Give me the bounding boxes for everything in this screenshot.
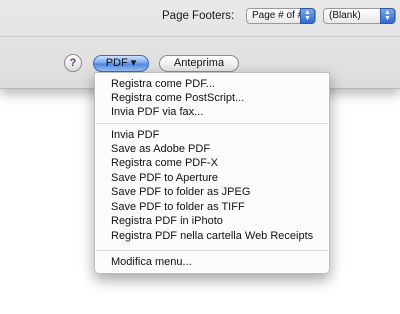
sheet-divider: [0, 36, 400, 37]
menu-item-save-to-iphoto[interactable]: Registra PDF in iPhoto: [111, 214, 223, 228]
blank-popup-value: (Blank): [329, 10, 361, 21]
page-footer-popup-value: Page # of #: [252, 10, 304, 21]
pdf-menu-button[interactable]: PDF ▾: [93, 55, 149, 72]
menu-item-save-as-adobe-pdf[interactable]: Save as Adobe PDF: [111, 142, 210, 156]
menu-item-edit-menu[interactable]: Modifica menu...: [111, 255, 192, 269]
menu-item-save-as-pdf[interactable]: Registra come PDF...: [111, 77, 215, 91]
menu-item-fax-pdf[interactable]: Invia PDF via fax...: [111, 105, 203, 119]
preview-button[interactable]: Anteprima: [159, 55, 239, 72]
blank-popup[interactable]: (Blank) ▲ ▼: [323, 8, 396, 24]
screen: Page Footers: Page # of # ▲ ▼ (Blank) ▲ ▼ …: [0, 0, 400, 314]
menu-item-save-to-aperture[interactable]: Save PDF to Aperture: [111, 171, 218, 185]
menu-item-send-pdf[interactable]: Invia PDF: [111, 128, 159, 142]
menu-separator: [96, 250, 328, 251]
menu-item-save-to-web-receipts[interactable]: Registra PDF nella cartella Web Receipts: [111, 229, 313, 243]
page-footers-row: Page Footers: Page # of # ▲ ▼ (Blank) ▲ ▼: [0, 8, 400, 26]
help-button[interactable]: ?: [64, 54, 82, 72]
pdf-dropdown-menu: Registra come PDF... Registra come PostS…: [94, 72, 330, 274]
updown-arrows-icon: ▲ ▼: [380, 8, 395, 24]
menu-item-save-as-tiff[interactable]: Save PDF to folder as TIFF: [111, 200, 245, 214]
menu-separator: [96, 123, 328, 124]
page-footers-label: Page Footers:: [162, 10, 235, 22]
page-footer-popup[interactable]: Page # of # ▲ ▼: [246, 8, 316, 24]
menu-item-save-as-postscript[interactable]: Registra come PostScript...: [111, 91, 244, 105]
menu-item-save-as-pdf-x[interactable]: Registra come PDF-X: [111, 156, 218, 170]
updown-arrows-icon: ▲ ▼: [300, 8, 315, 24]
menu-item-save-as-jpeg[interactable]: Save PDF to folder as JPEG: [111, 185, 250, 199]
